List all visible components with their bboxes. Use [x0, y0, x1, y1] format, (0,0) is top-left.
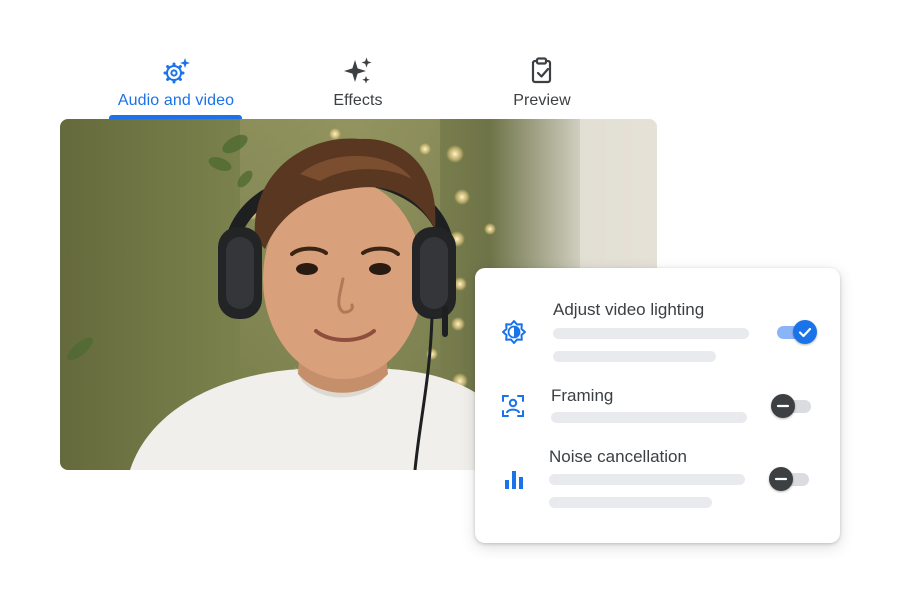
toggle-thumb	[793, 320, 817, 344]
tab-bar: Audio and video Effects Preview	[0, 0, 900, 120]
framing-toggle[interactable]	[771, 394, 813, 418]
toggle-thumb	[771, 394, 795, 418]
placeholder-line	[549, 474, 745, 485]
gear-sparkle-icon	[163, 58, 190, 84]
clipboard-check-icon	[531, 57, 552, 84]
setting-title-noise-cancellation: Noise cancellation	[549, 447, 687, 466]
equalizer-icon	[505, 471, 523, 489]
lighting-toggle[interactable]	[775, 320, 817, 344]
check-icon	[798, 327, 812, 338]
placeholder-line	[553, 351, 716, 362]
tab-effects[interactable]: Effects	[318, 56, 398, 110]
sparkle-icon	[344, 57, 372, 84]
minus-icon	[774, 477, 788, 481]
tab-label: Preview	[513, 92, 571, 109]
tab-label: Effects	[333, 92, 383, 109]
framing-icon	[502, 395, 524, 417]
tab-label: Audio and video	[117, 92, 235, 109]
placeholder-line	[551, 412, 747, 423]
minus-icon	[776, 404, 790, 408]
setting-title-lighting: Adjust video lighting	[553, 300, 705, 319]
placeholder-line	[553, 328, 749, 339]
tab-preview[interactable]: Preview	[500, 56, 584, 110]
tab-audio-and-video[interactable]: Audio and video	[108, 56, 244, 110]
toggle-thumb	[769, 467, 793, 491]
brightness-icon	[502, 320, 526, 344]
placeholder-line	[549, 497, 712, 508]
setting-title-framing: Framing	[551, 386, 614, 405]
settings-card: Adjust video lighting Framing Noise canc…	[475, 268, 840, 543]
noise-cancellation-toggle[interactable]	[769, 467, 811, 491]
